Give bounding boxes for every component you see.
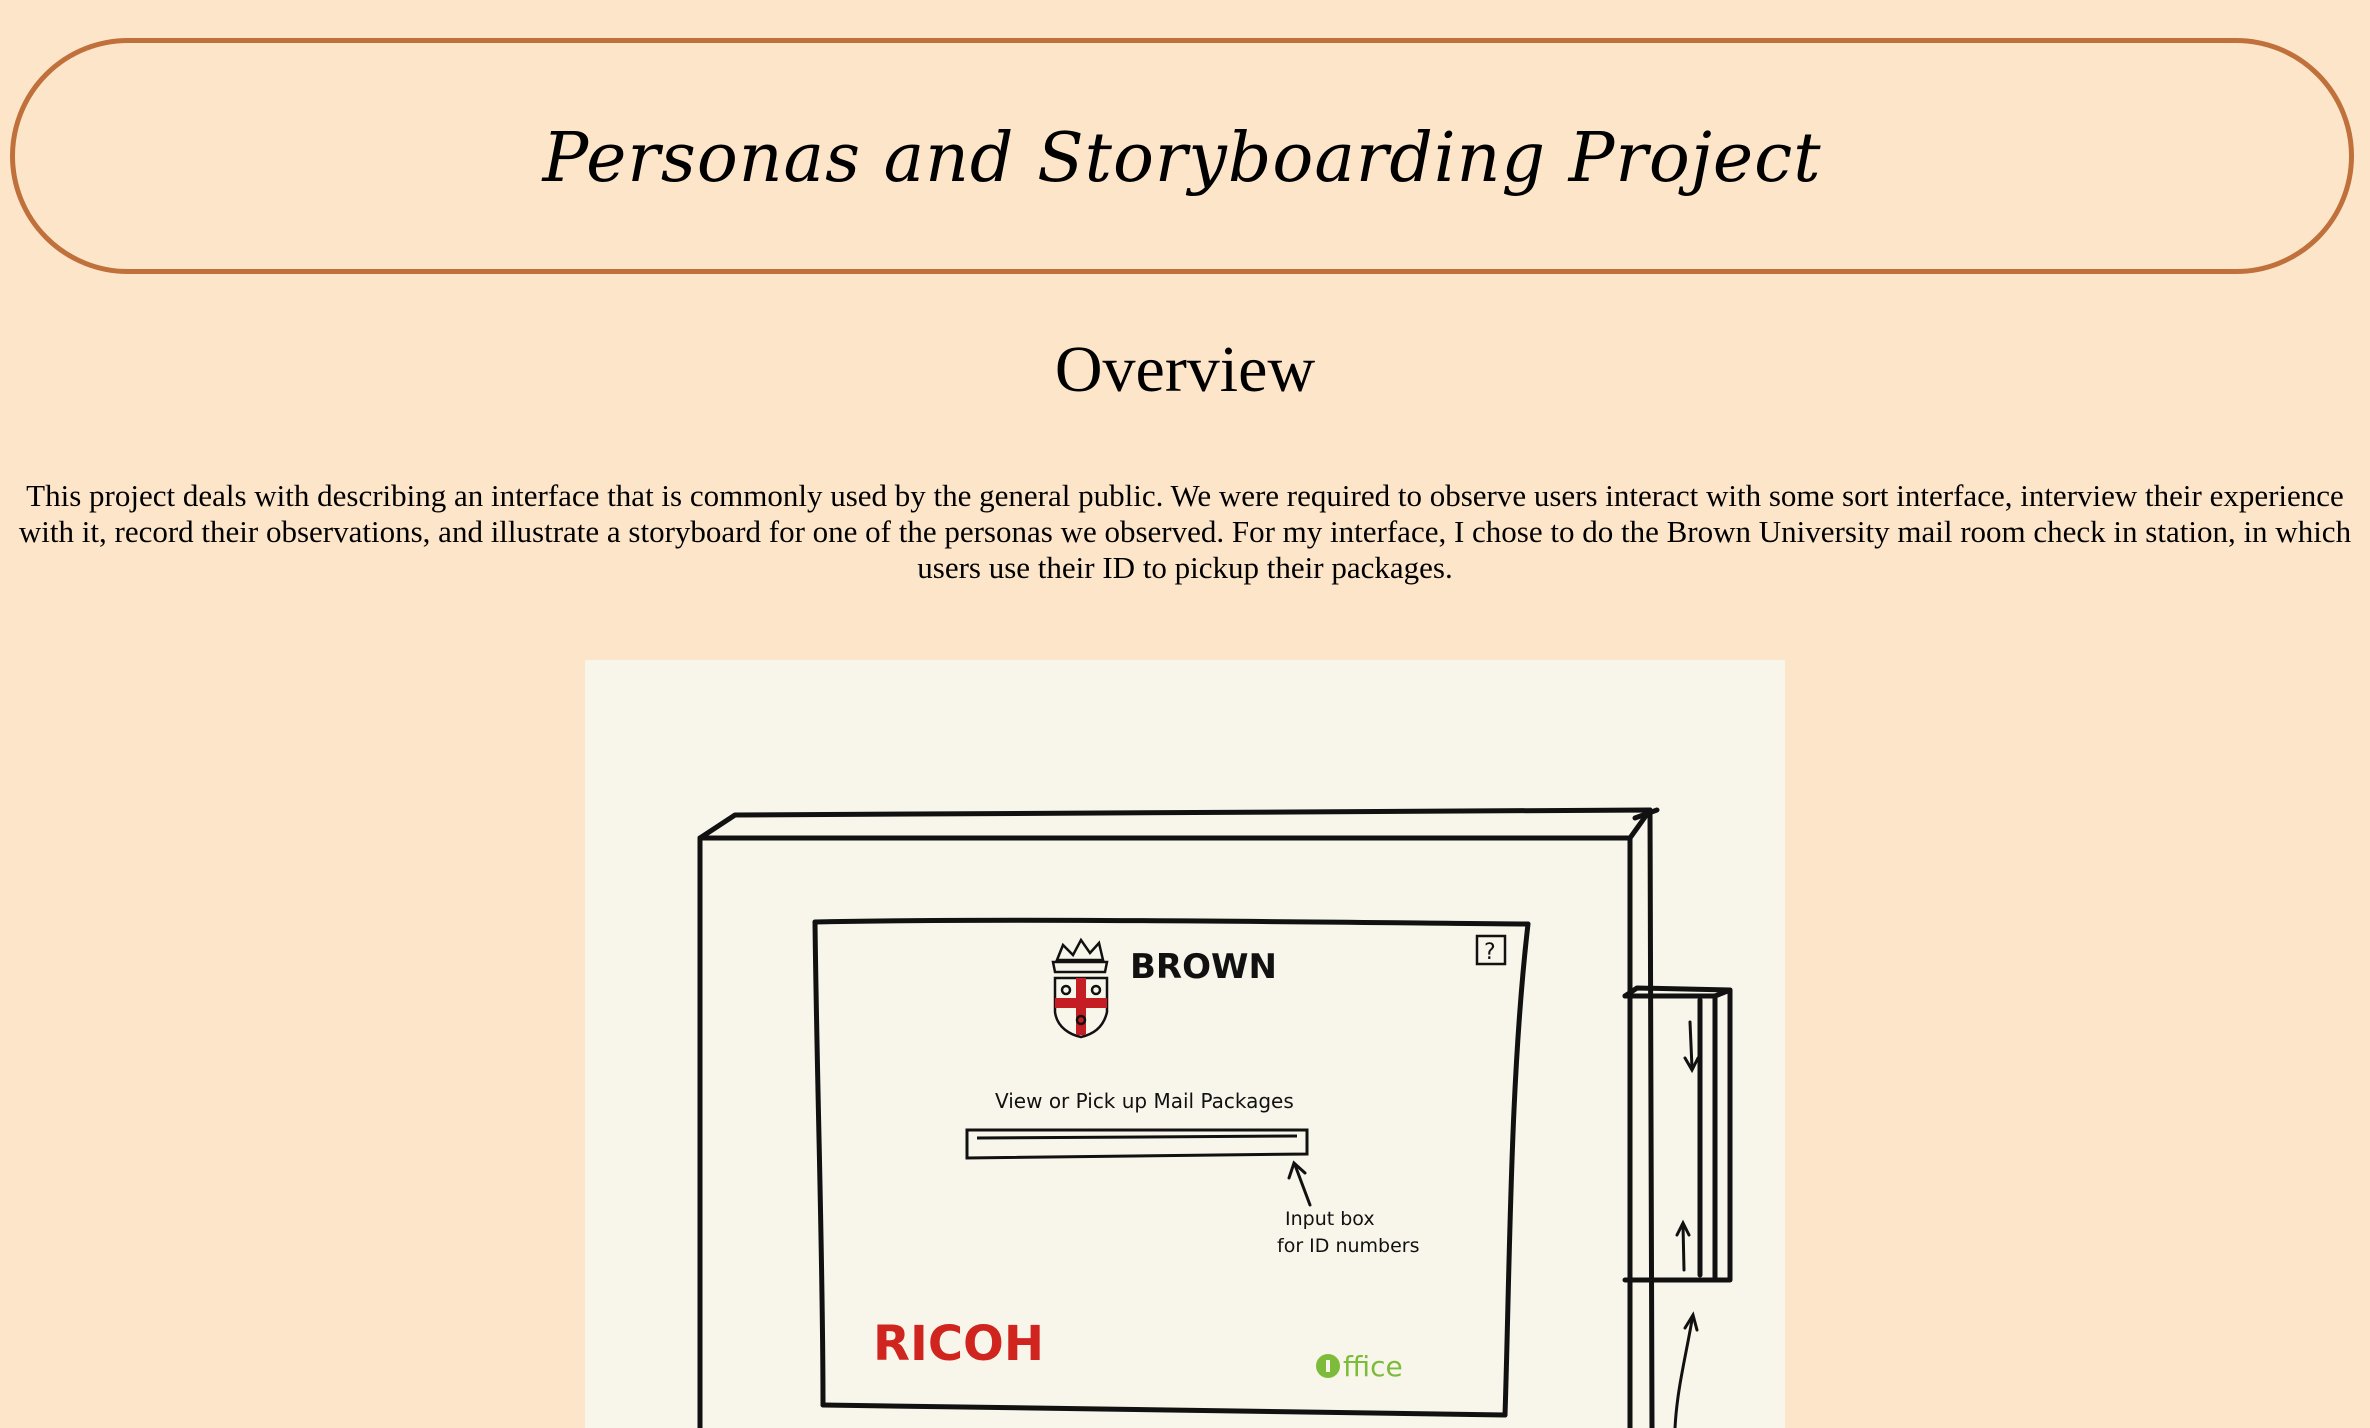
brown-crest-icon [1051, 937, 1109, 1039]
page-title: Personas and Storyboarding Project [542, 118, 1822, 198]
annotation-arrow [1287, 1160, 1312, 1207]
arrow-up-icon [1675, 1219, 1691, 1272]
annotation-line-1: Input box [1285, 1208, 1375, 1230]
office-logo-icon [1316, 1354, 1340, 1378]
annotation-line-2: for ID numbers [1277, 1235, 1420, 1257]
overview-paragraph: This project deals with describing an in… [18, 478, 2352, 585]
help-icon: ? [1475, 934, 1507, 966]
overview-heading: Overview [1054, 333, 1316, 406]
arrow-down-icon [1683, 1020, 1700, 1074]
title-banner: Personas and Storyboarding Project [10, 38, 2354, 274]
svg-text:?: ? [1484, 940, 1496, 965]
id-input-box [965, 1128, 1309, 1160]
ricoh-logo: RICOH [873, 1316, 1044, 1372]
office-logo-text: ffice [1343, 1350, 1403, 1383]
brown-wordmark: BROWN [1130, 947, 1277, 987]
prompt-label: View or Pick up Mail Packages [995, 1089, 1294, 1113]
arrow-up-icon [1673, 1311, 1699, 1428]
storyboard-sketch-image: BROWN ? View or Pick up Mail Packages In… [585, 660, 1785, 1428]
